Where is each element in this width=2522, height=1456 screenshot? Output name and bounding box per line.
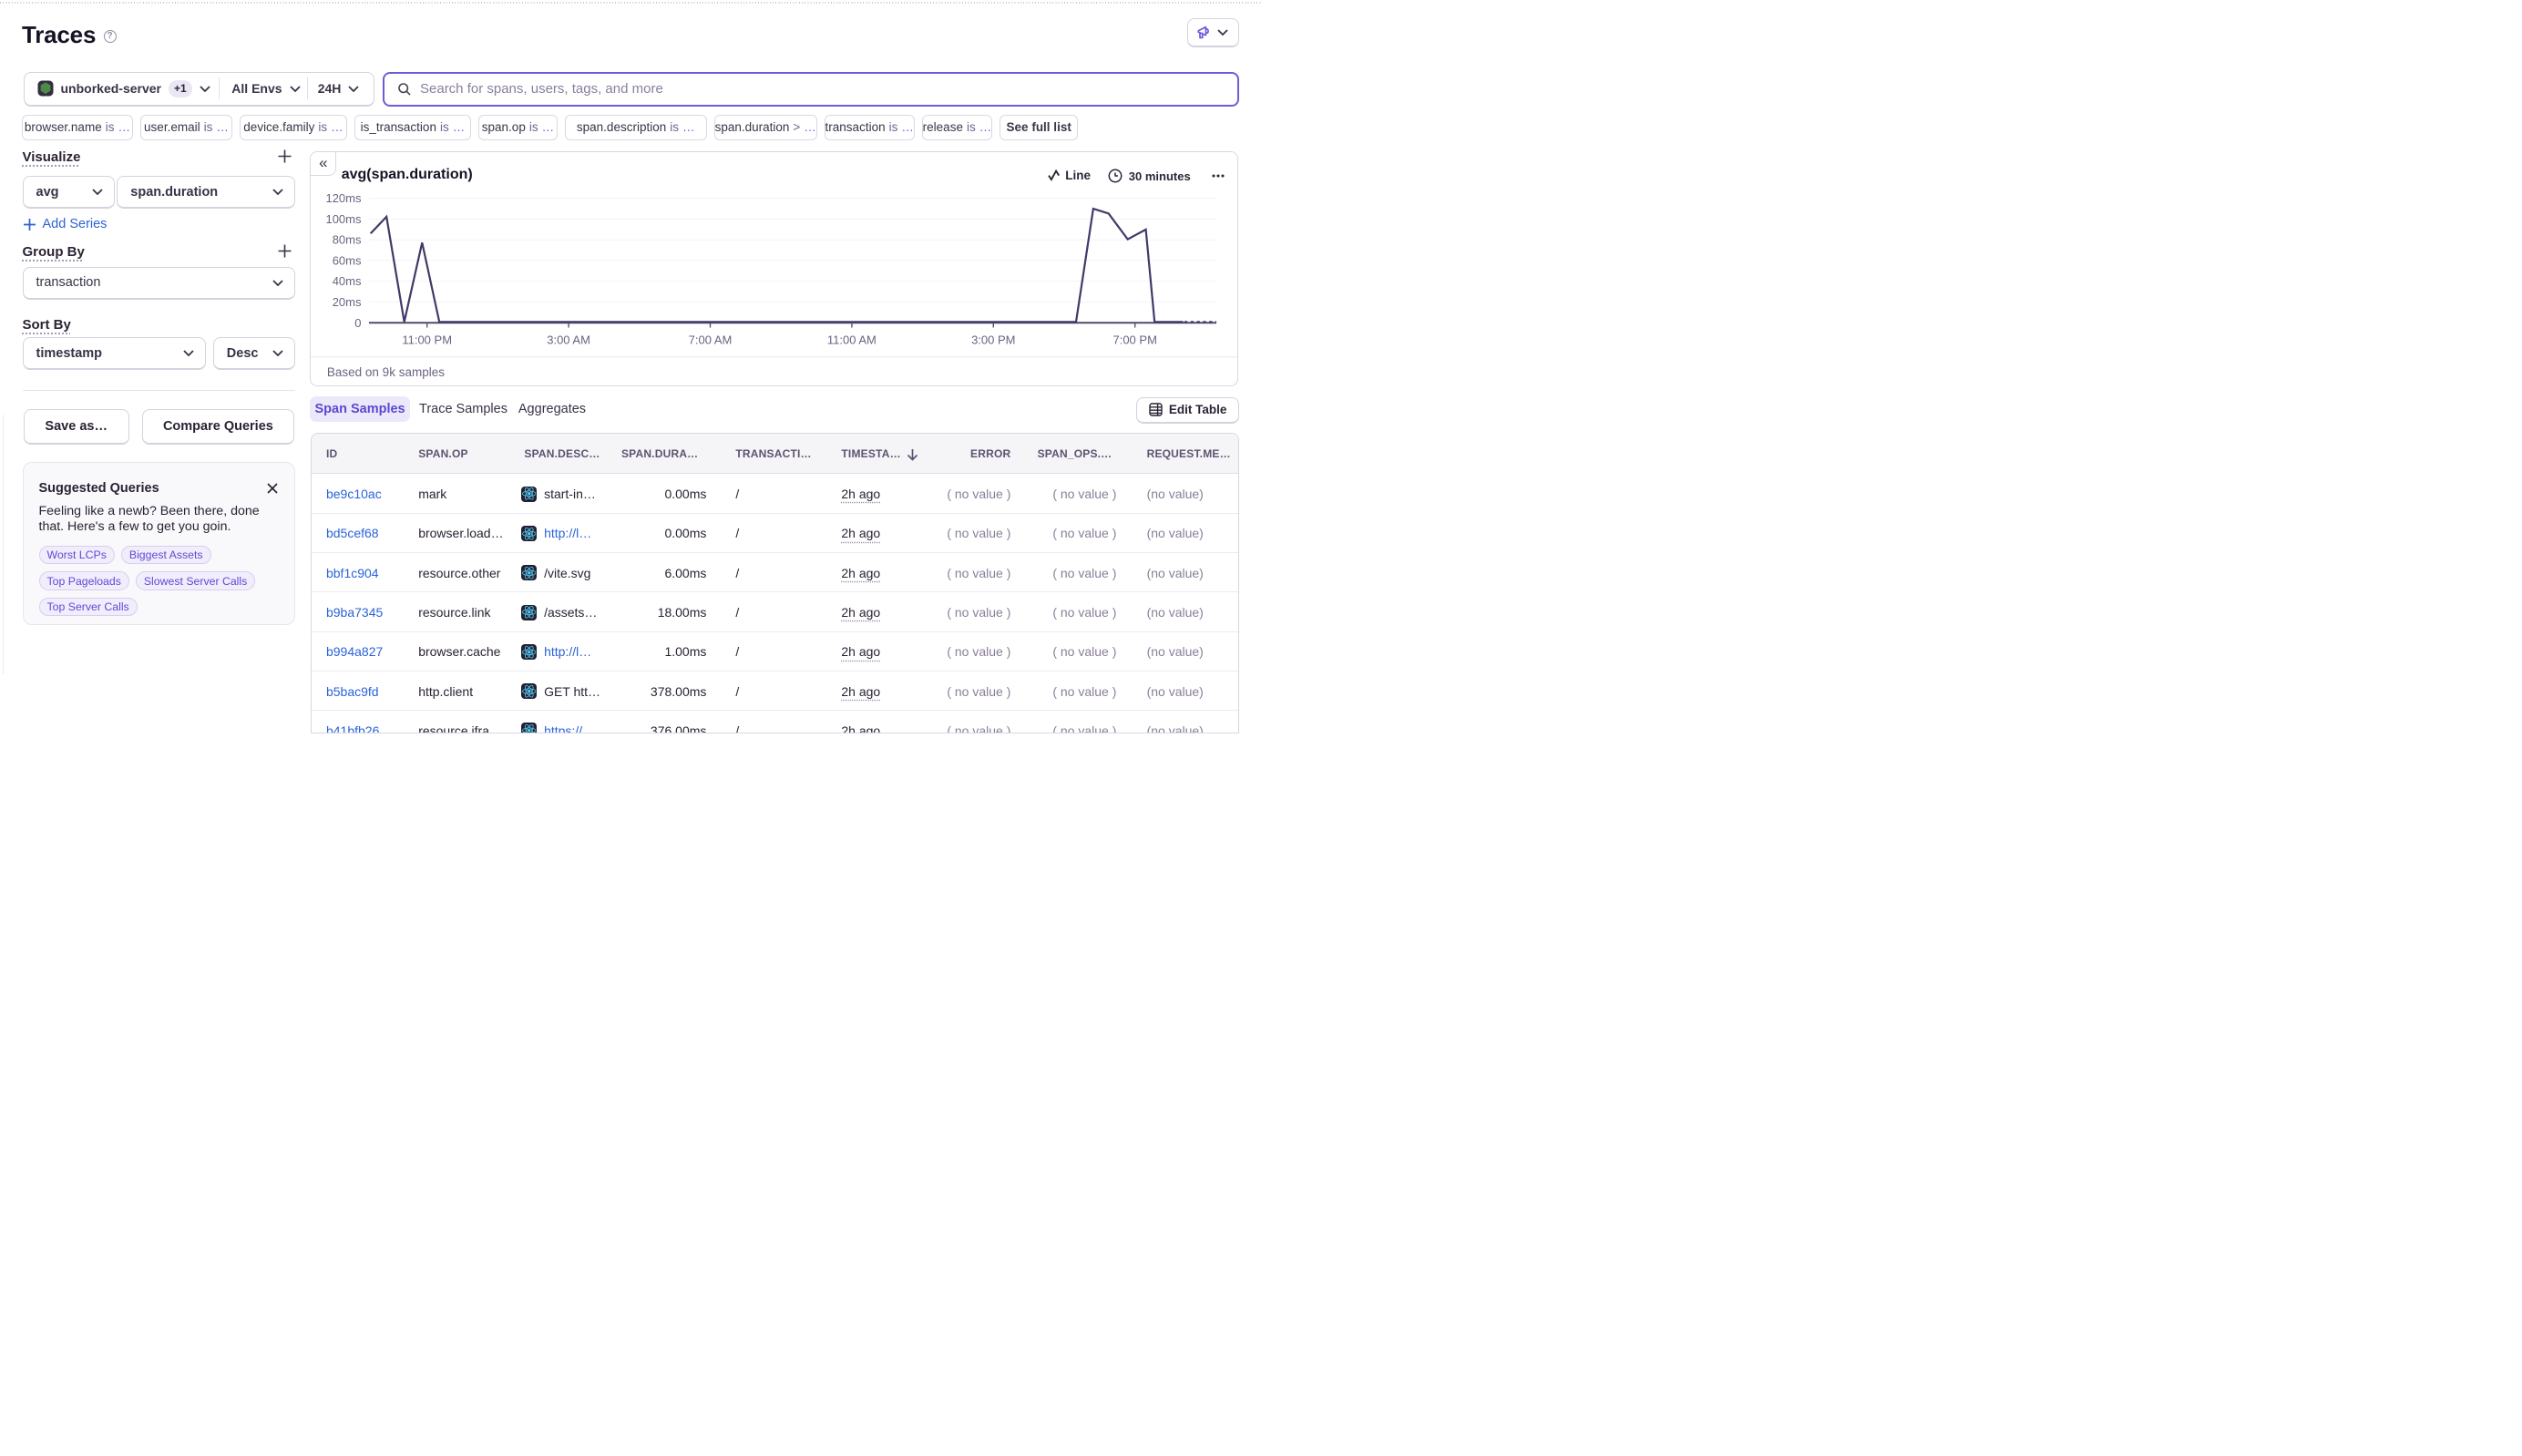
svg-text:60ms: 60ms xyxy=(333,253,362,267)
svg-text:100ms: 100ms xyxy=(326,212,363,226)
svg-text:3:00 PM: 3:00 PM xyxy=(971,333,1015,346)
svg-text:Based on 9k samples: Based on 9k samples xyxy=(327,365,445,379)
svg-text:120ms: 120ms xyxy=(326,191,363,205)
svg-text:11:00 AM: 11:00 AM xyxy=(827,333,877,346)
svg-text:20ms: 20ms xyxy=(333,295,362,309)
svg-text:0: 0 xyxy=(355,315,362,329)
svg-text:11:00 PM: 11:00 PM xyxy=(403,333,453,346)
svg-text:80ms: 80ms xyxy=(333,232,362,246)
svg-text:40ms: 40ms xyxy=(333,274,362,288)
svg-text:7:00 PM: 7:00 PM xyxy=(1113,333,1157,346)
svg-text:3:00 AM: 3:00 AM xyxy=(548,333,591,346)
svg-text:7:00 AM: 7:00 AM xyxy=(689,333,733,346)
